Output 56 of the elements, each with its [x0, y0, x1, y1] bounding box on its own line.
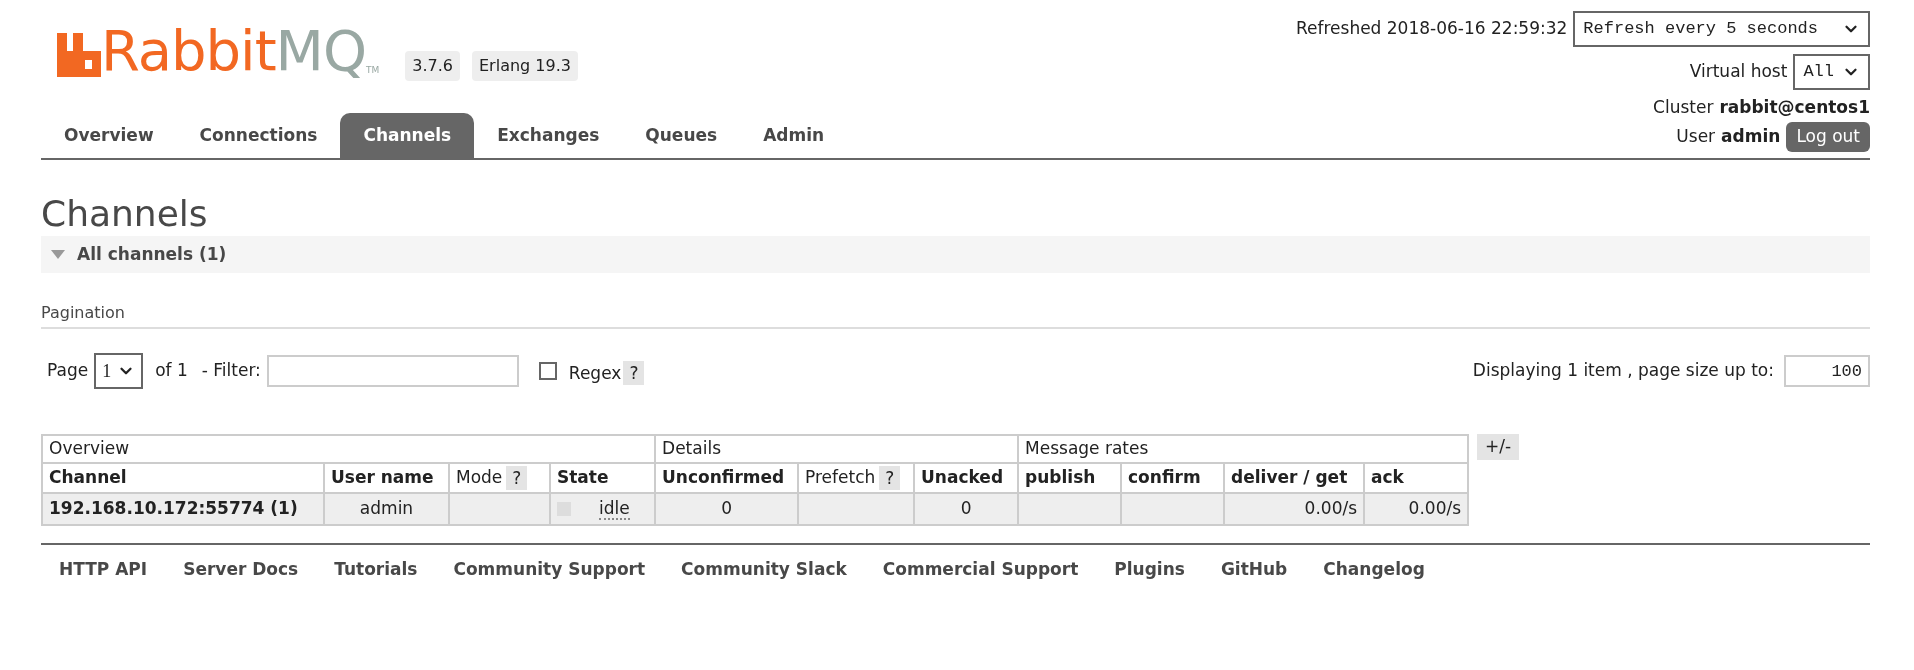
version-badge: 3.7.6 — [405, 51, 460, 81]
pagination-heading: Pagination — [41, 301, 1870, 329]
table-cell: 0.00/s — [1224, 493, 1365, 525]
filter-label: - Filter: — [201, 359, 261, 383]
footer-link[interactable]: Commercial Support — [882, 557, 1079, 583]
footer-link[interactable]: Server Docs — [183, 557, 299, 583]
regex-label: Regex — [568, 362, 622, 386]
nav-tab[interactable]: Queues — [622, 113, 741, 158]
nav-tab[interactable]: Overview — [41, 113, 177, 158]
version-badge: Erlang 19.3 — [472, 51, 578, 81]
cluster-label: Cluster — [1653, 96, 1714, 119]
user-label: User — [1676, 125, 1716, 149]
table-cell: 0 — [655, 493, 799, 525]
logo-text: MQ — [275, 23, 366, 79]
logout-button[interactable]: Log out — [1786, 122, 1870, 152]
filter-field[interactable] — [266, 355, 519, 387]
regex-checkbox[interactable] — [538, 362, 557, 380]
logo-icon — [57, 33, 101, 77]
nav-tab[interactable]: Admin — [740, 113, 848, 158]
section-header[interactable]: All channels (1) — [41, 236, 1870, 273]
page-label: Page — [47, 359, 89, 383]
group-header: Message rates — [1018, 435, 1469, 463]
vhost-label: Virtual host — [1689, 60, 1788, 84]
logo-text: Rabbit — [101, 23, 276, 79]
refresh-select[interactable]: Refresh every 5 seconds — [1573, 11, 1870, 47]
vhost-select[interactable]: All — [1793, 54, 1870, 90]
footer-link[interactable]: Changelog — [1323, 557, 1425, 583]
refreshed-time: Refreshed 2018-06-16 22:59:32 — [1295, 17, 1568, 41]
table-cell: idle — [550, 493, 656, 525]
table-cell: 0 — [914, 493, 1019, 525]
table-cell: 0.00/s — [1364, 493, 1469, 525]
nav-tab[interactable]: Connections — [176, 113, 341, 158]
nav-tab[interactable]: Channels — [340, 113, 475, 158]
page-title: Channels — [41, 192, 209, 236]
page-count: of 1 — [155, 359, 188, 383]
displaying-info: Displaying 1 item , page size up to: — [1472, 359, 1774, 383]
page-select[interactable]: 1 — [94, 353, 144, 389]
page-size-field[interactable]: 100 — [1784, 355, 1870, 387]
user-name: admin — [1721, 125, 1781, 149]
help-button[interactable]: ? — [506, 466, 528, 490]
toggle-columns-button[interactable]: +/- — [1477, 434, 1520, 460]
table-cell: admin — [324, 493, 449, 525]
footer-link[interactable]: Community Support — [453, 557, 646, 583]
help-button[interactable]: ? — [623, 361, 645, 386]
footer-link[interactable]: Community Slack — [681, 557, 847, 583]
footer-link[interactable]: HTTP API — [59, 557, 148, 583]
table-cell: 192.168.10.172:55774 (1) — [42, 493, 324, 525]
footer-link[interactable]: GitHub — [1220, 557, 1288, 583]
trademark-mark: TM — [366, 64, 380, 75]
footer-link[interactable]: Tutorials — [334, 557, 418, 583]
footer-link[interactable]: Plugins — [1114, 557, 1185, 583]
cluster-name: rabbit@centos1 — [1719, 96, 1870, 119]
group-header: Overview — [42, 435, 656, 463]
help-button[interactable]: ? — [879, 466, 901, 490]
nav-tab[interactable]: Exchanges — [474, 113, 623, 158]
group-header: Details — [655, 435, 1019, 463]
